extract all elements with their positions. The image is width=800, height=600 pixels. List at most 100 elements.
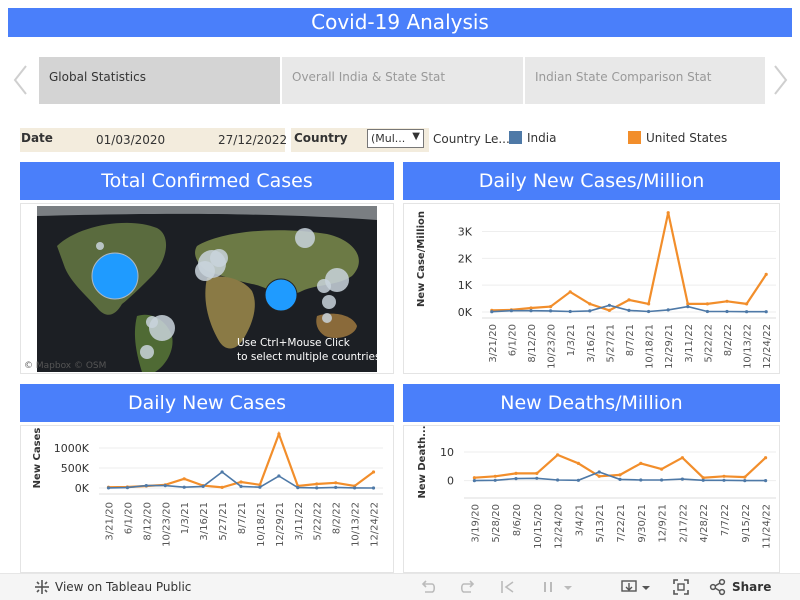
data-point-india [220,470,224,474]
date-label: Date [21,131,53,145]
y-tick-label: 1K [458,279,473,292]
date-filter[interactable]: Date 01/03/2020 27/12/2022 [20,128,287,152]
x-tick-label: 11/24/22 [762,504,773,549]
data-point-india [588,309,592,313]
x-tick-label: 1/3/21 [566,324,577,356]
revert-icon[interactable] [498,578,518,596]
tab-india-state-stat[interactable]: Overall India & State Stat [282,57,523,104]
data-point-india [701,478,705,482]
pause-icon[interactable] [538,578,558,596]
map-hint: Use Ctrl+Mouse Click to select multiple … [237,336,380,364]
x-tick-label: 8/7/21 [625,324,636,356]
bubble-vietnam [322,295,336,309]
x-tick-label: 12/24/22 [762,324,773,369]
data-point-india [686,305,690,309]
data-point-india [597,470,601,474]
x-tick-label: 3/11/22 [294,502,305,541]
x-tick-label: 5/22/22 [313,502,324,541]
y-tick-label: 0K [458,306,473,319]
data-point-india [472,479,476,483]
bubble-canada [96,242,104,250]
x-tick-label: 3/21/20 [104,502,115,541]
x-tick-label: 3/21/20 [488,324,499,363]
data-point-india [680,477,684,481]
data-point-united-states [334,481,338,485]
data-point-india [296,486,300,490]
chevron-down-icon: ▼ [412,131,420,142]
data-point-india [549,309,553,313]
x-tick-label: 3/16/21 [199,502,210,541]
data-point-united-states [745,302,749,306]
legend-item-us[interactable]: United States [628,131,727,145]
cases-per-million-panel-title: Daily New Cases/Million [403,162,780,200]
share-button[interactable]: Share [732,580,771,594]
y-tick-label: 500K [61,462,90,475]
tab-next-arrow-icon[interactable] [767,62,793,98]
data-point-united-states [568,290,572,294]
data-point-india [639,478,643,482]
download-icon[interactable] [620,578,640,596]
daily-cases-chart[interactable]: New Cases 1000K 500K 0K 3/21/20 6/1/20 8/12/20… [21,426,395,574]
y-axis-label: New Death... [417,426,428,499]
undo-icon[interactable] [418,578,438,596]
deaths-per-million-chart[interactable]: New Death... 10 0 3/19/20 5/28/20 8/6/20 10/15… [404,426,781,574]
data-point-united-states [535,471,539,475]
view-on-tableau-link[interactable]: View on Tableau Public [55,580,191,594]
legend-swatch-india [509,131,522,144]
data-point-united-states [588,302,592,306]
legend-swatch-us [628,131,641,144]
data-point-united-states [764,456,768,460]
tab-prev-arrow-icon[interactable] [8,62,34,98]
data-point-india [556,478,560,482]
x-tick-label: 12/24/22 [370,502,381,547]
data-point-united-states [666,211,670,215]
data-point-united-states [556,453,560,457]
x-tick-label: 5/22/22 [703,324,714,363]
data-point-india [722,478,726,482]
y-tick-label: 1000K [54,442,90,455]
tab-global-statistics[interactable]: Global Statistics [39,57,280,104]
download-chevron-down-icon[interactable] [640,578,652,596]
redo-icon[interactable] [458,578,478,596]
confirmed-panel-title: Total Confirmed Cases [20,162,394,200]
data-point-india [144,484,148,488]
data-point-united-states [220,485,224,489]
x-tick-label: 12/24/20 [554,504,565,549]
x-tick-label: 3/16/21 [586,324,597,363]
fullscreen-icon[interactable] [672,578,690,596]
legend-label-india: India [527,131,557,145]
legend-label-us: United States [646,131,728,145]
tableau-logo-icon [35,580,49,594]
data-point-united-states [764,272,768,276]
data-point-united-states [597,474,601,478]
share-icon[interactable] [709,578,727,596]
data-point-united-states [607,308,611,312]
x-tick-label: 2/17/22 [678,504,689,543]
country-label: Country [294,131,348,145]
country-dropdown[interactable]: (Mul... ▼ [367,129,424,148]
bubble-europe-3 [210,249,228,267]
date-end-value[interactable]: 27/12/2022 [218,133,287,147]
y-tick-label: 2K [458,252,473,265]
data-point-india [125,486,129,490]
y-axis-label: New Case/Million [416,211,427,307]
chevron-down-icon[interactable] [562,578,574,596]
data-point-united-states [315,482,319,486]
map-attribution[interactable]: © Mapbox © OSM [24,361,106,371]
data-point-india [627,308,631,312]
x-tick-label: 8/2/22 [723,324,734,356]
bubble-argentina [140,345,154,359]
legend-item-india[interactable]: India [509,131,556,145]
series-line-united-states [108,430,375,489]
data-point-india [493,478,497,482]
data-point-united-states [277,432,281,436]
country-dropdown-value: (Mul... [371,132,406,145]
data-point-india [106,486,111,490]
tab-state-comparison[interactable]: Indian State Comparison Stat [525,57,765,104]
data-point-india [764,310,768,314]
date-start-value[interactable]: 01/03/2020 [96,133,165,147]
cases-per-million-chart[interactable]: New Case/Million 3K 2K 1K 0K 3/21/20 6/1/20 8/1… [404,204,781,375]
map-hint-line1: Use Ctrl+Mouse Click [237,337,350,349]
cases-per-million-panel: New Case/Million 3K 2K 1K 0K 3/21/20 6/1/20 8/1… [403,203,780,374]
series-line-united-states [491,212,768,312]
